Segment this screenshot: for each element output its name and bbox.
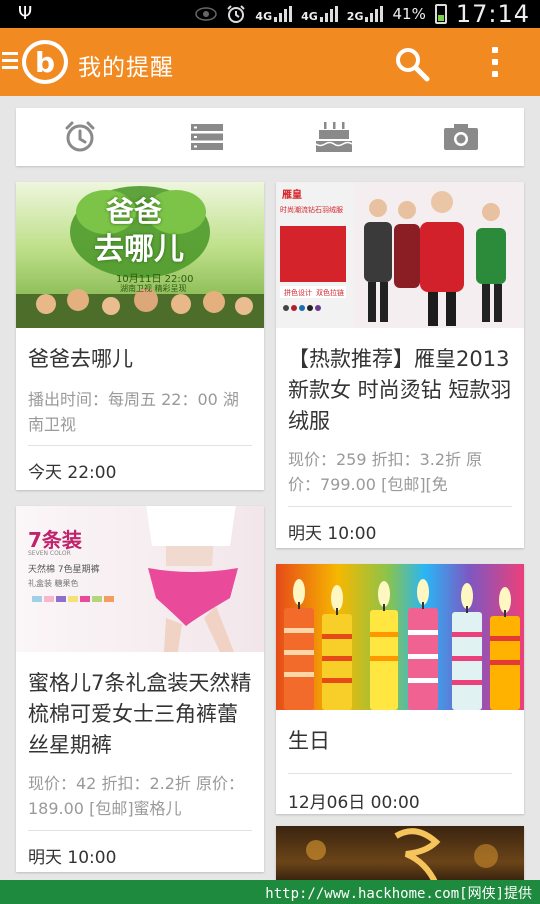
- signal-group-3: 2G: [347, 6, 384, 22]
- brand-label: 雁皇: [282, 190, 302, 201]
- signal-group-1: 4G: [255, 6, 293, 23]
- reminder-card[interactable]: 雁皇 时尚潮流钻石羽绒服 拼色设计 双色拉链 【热款推荐】雁皇2013新款女 时…: [276, 182, 524, 548]
- card-title: 蜜格儿7条礼盒装天然精梳棉可爱女士三角裤蕾丝星期裤: [28, 671, 252, 757]
- alarm-clock-icon: [65, 121, 94, 152]
- card-image-partial: [276, 826, 524, 886]
- signal-bars-icon: [319, 6, 338, 22]
- signal-group-2: 4G: [301, 6, 338, 22]
- divider: [28, 830, 252, 831]
- card-time: 明天 10:00: [288, 524, 377, 544]
- alarm-status-icon: [227, 5, 246, 23]
- brand-subtitle: SEVEN COLOR: [28, 550, 71, 557]
- divider: [288, 506, 512, 507]
- promo-banner-text: 时尚潮流钻石羽绒服: [280, 206, 343, 214]
- reminder-card[interactable]: 7条装 SEVEN COLOR 天然棉 7色星期裤 礼盒装 糖果色 蜜格儿7条礼…: [16, 506, 264, 872]
- battery-icon: [434, 4, 447, 24]
- product-image: 雁皇 时尚潮流钻石羽绒服 拼色设计 双色拉链: [276, 182, 524, 328]
- camera-icon: [443, 124, 478, 150]
- birthday-candles-image: [276, 564, 524, 710]
- network-type-label: 4G: [301, 10, 318, 23]
- divider: [288, 773, 512, 774]
- app-logo-icon[interactable]: b: [22, 40, 68, 84]
- card-time: 12月06日 00:00: [288, 793, 420, 813]
- usb-icon: Ψ: [18, 3, 33, 24]
- promo-feature-2: 双色拉链: [316, 289, 344, 297]
- network-type-label: 2G: [346, 10, 364, 23]
- signal-bars-icon: [365, 6, 384, 22]
- eye-icon: [195, 7, 218, 21]
- card-title: 生日: [288, 729, 330, 753]
- birthday-cake-icon: [315, 122, 352, 152]
- card-title: 爸爸去哪儿: [28, 347, 133, 371]
- logo-letter: b: [34, 45, 56, 79]
- reminder-card[interactable]: 生日 12月06日 00:00: [276, 564, 524, 814]
- signal-bars-icon: [274, 6, 293, 22]
- status-bar: Ψ 4G 4G 2G 41% 17:14: [0, 0, 540, 28]
- watermark-text: http://www.hackhome.com[网侠]提供: [265, 886, 532, 902]
- drawer-menu-icon[interactable]: [2, 52, 18, 73]
- reminder-card[interactable]: 爸爸 去哪儿 10月11日 22:00 湖南卫视 精彩呈现 爸爸去哪儿 播出时间…: [16, 182, 264, 490]
- network-type-label: 4G: [255, 10, 273, 23]
- overflow-menu-icon[interactable]: [482, 44, 508, 84]
- card-title: 【热款推荐】雁皇2013新款女 时尚烫钻 短款羽绒服: [288, 347, 512, 433]
- list-icon: [190, 124, 223, 150]
- battery-percent: 41%: [392, 5, 426, 23]
- poster-title-bottom: 去哪儿: [94, 232, 184, 267]
- product-image: 7条装 SEVEN COLOR 天然棉 7色星期裤 礼盒装 糖果色: [16, 506, 264, 652]
- card-time: 今天 22:00: [28, 463, 117, 483]
- card-description: 播出时间：每周五 22：00 湖南卫视: [28, 390, 239, 434]
- promo-feature-1: 拼色设计: [284, 289, 312, 297]
- card-time: 明天 10:00: [28, 848, 117, 868]
- tab-birthday[interactable]: [270, 108, 397, 166]
- search-icon[interactable]: [392, 44, 432, 84]
- app-bar: b 我的提醒: [0, 28, 540, 96]
- reminder-card[interactable]: [276, 826, 524, 886]
- package-count-label: 7条装: [28, 528, 82, 552]
- clock: 17:14: [455, 0, 530, 28]
- tab-alarm[interactable]: [16, 108, 143, 166]
- tab-camera[interactable]: [397, 108, 524, 166]
- divider: [28, 445, 252, 446]
- card-description: 现价：42 折扣：2.2折 原价：189.00 [包邮]蜜格儿: [28, 774, 244, 818]
- tab-list[interactable]: [143, 108, 270, 166]
- card-description: 现价：259 折扣：3.2折 原价：799.00 [包邮][免: [288, 450, 483, 494]
- product-tagline: 天然棉 7色星期裤: [28, 565, 100, 575]
- status-indicators: 4G 4G 2G 41% 17:14: [195, 0, 530, 28]
- page-title: 我的提醒: [78, 55, 174, 81]
- category-tabs: [16, 108, 524, 166]
- show-poster-image: 爸爸 去哪儿 10月11日 22:00 湖南卫视 精彩呈现: [16, 182, 264, 328]
- poster-channel: 湖南卫视 精彩呈现: [120, 284, 187, 293]
- watermark-banner: http://www.hackhome.com[网侠]提供: [0, 880, 540, 904]
- product-tagline-2: 礼盒装 糖果色: [28, 579, 79, 588]
